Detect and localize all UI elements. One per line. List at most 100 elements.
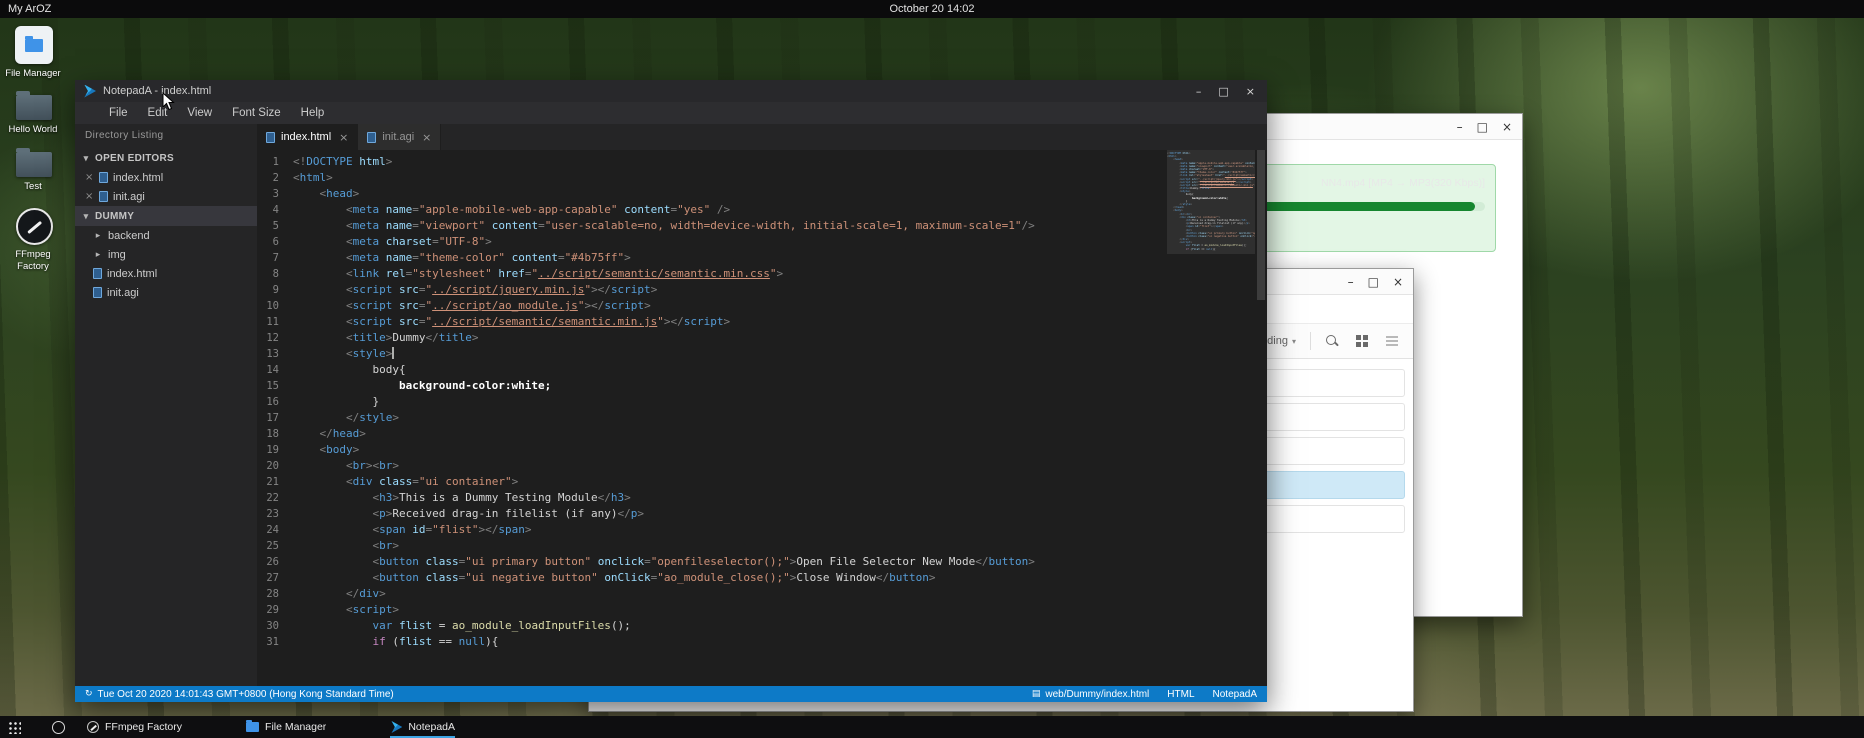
code-line[interactable]: 13 <style> <box>257 346 1267 362</box>
line-content: background-color:white; <box>293 378 551 394</box>
code-line[interactable]: 20 <br><br> <box>257 458 1267 474</box>
code-line[interactable]: 24 <span id="flist"></span> <box>257 522 1267 538</box>
clock: October 20 14:02 <box>889 3 974 15</box>
close-tab-icon[interactable]: × <box>422 131 431 144</box>
code-line[interactable]: 16 } <box>257 394 1267 410</box>
menu-view[interactable]: View <box>177 107 222 119</box>
open-editors-section[interactable]: ▾ OPEN EDITORS <box>75 148 257 168</box>
code-line[interactable]: 5 <meta name="viewport" content="user-sc… <box>257 218 1267 234</box>
menu-help[interactable]: Help <box>291 107 335 119</box>
tab-init-agi[interactable]: init.agi× <box>358 124 441 150</box>
status-left: ↻ Tue Oct 20 2020 14:01:43 GMT+0800 (Hon… <box>85 689 394 700</box>
code-line[interactable]: 21 <div class="ui container"> <box>257 474 1267 490</box>
code-line[interactable]: 15 background-color:white; <box>257 378 1267 394</box>
code-line[interactable]: 10 <script src="../script/ao_module.js">… <box>257 298 1267 314</box>
notepada-window[interactable]: NotepadA - index.html – □ × FileEditView… <box>75 80 1267 702</box>
aroz-launcher-icon[interactable] <box>52 721 65 734</box>
line-content: <script src="../script/jquery.min.js"></… <box>293 282 657 298</box>
scrollbar-thumb[interactable] <box>1257 150 1265 300</box>
code-line[interactable]: 27 <button class="ui negative button" on… <box>257 570 1267 586</box>
code-line[interactable]: 28 </div> <box>257 586 1267 602</box>
code-line[interactable]: 17 </style> <box>257 410 1267 426</box>
line-content: <title>Dummy</title> <box>293 330 478 346</box>
tree-item-init-agi[interactable]: init.agi <box>75 283 257 302</box>
line-content: <script> <box>293 602 399 618</box>
search-icon[interactable] <box>1325 334 1339 348</box>
line-number: 25 <box>257 538 293 554</box>
sidebar: Directory Listing ▾ OPEN EDITORS ×index.… <box>75 124 257 686</box>
grid-icon[interactable] <box>1355 334 1369 348</box>
line-content: <script src="../script/semantic/semantic… <box>293 314 730 330</box>
minimize-icon[interactable]: – <box>1457 121 1463 133</box>
tree-item-img[interactable]: ▸img <box>75 245 257 264</box>
text-cursor <box>392 347 394 359</box>
open-editor-item[interactable]: ×init.agi <box>75 187 257 206</box>
code-line[interactable]: 3 <head> <box>257 186 1267 202</box>
maximize-icon[interactable]: □ <box>1477 121 1488 133</box>
code-line[interactable]: 1<!DOCTYPE html> <box>257 154 1267 170</box>
desktop-icon-hello-world[interactable]: Hello World <box>4 95 64 135</box>
code-line[interactable]: 8 <link rel="stylesheet" href="../script… <box>257 266 1267 282</box>
status-bar: ↻ Tue Oct 20 2020 14:01:43 GMT+0800 (Hon… <box>75 686 1267 702</box>
file-icon <box>266 132 275 143</box>
close-editor-icon[interactable]: × <box>85 172 94 183</box>
code-line[interactable]: 4 <meta name="apple-mobile-web-app-capab… <box>257 202 1267 218</box>
code-line[interactable]: 11 <script src="../script/semantic/seman… <box>257 314 1267 330</box>
editor[interactable]: 1<!DOCTYPE html>2<html>3 <head>4 <meta n… <box>257 150 1267 686</box>
menu-font-size[interactable]: Font Size <box>222 107 291 119</box>
minimize-icon[interactable]: – <box>1196 86 1202 97</box>
aroz-menu[interactable]: My ArOZ <box>8 3 51 15</box>
taskbar-item-notepada[interactable]: NotepadA <box>390 716 455 738</box>
line-content: <br><br> <box>293 458 399 474</box>
maximize-icon[interactable]: □ <box>1368 276 1379 288</box>
desktop-icon-test[interactable]: Test <box>4 152 64 192</box>
code-line[interactable]: 14 body{ <box>257 362 1267 378</box>
maximize-icon[interactable]: □ <box>1218 86 1228 97</box>
close-icon[interactable]: × <box>1393 276 1403 288</box>
code-line[interactable]: 2<html> <box>257 170 1267 186</box>
code-line[interactable]: 25 <br> <box>257 538 1267 554</box>
code-line[interactable]: 9 <script src="../script/jquery.min.js">… <box>257 282 1267 298</box>
code-line[interactable]: 7 <meta name="theme-color" content="#4b7… <box>257 250 1267 266</box>
line-content: body{ <box>293 362 406 378</box>
taskbar-item-ffmpeg-factory[interactable]: FFmpeg Factory <box>87 716 182 738</box>
close-icon[interactable]: × <box>1502 121 1512 133</box>
line-content: <style> <box>293 346 394 362</box>
code-line[interactable]: 29 <script> <box>257 602 1267 618</box>
desktop-icon-file-manager[interactable]: File Manager <box>4 26 64 79</box>
code-line[interactable]: 19 <body> <box>257 442 1267 458</box>
taskbar-item-file-manager[interactable]: File Manager <box>246 716 326 738</box>
code-line[interactable]: 22 <h3>This is a Dummy Testing Module</h… <box>257 490 1267 506</box>
start-menu-button[interactable] <box>2 716 26 738</box>
code-line[interactable]: 31 if (flist == null){ <box>257 634 1267 650</box>
sync-icon: ↻ <box>85 689 93 699</box>
tab-index-html[interactable]: index.html× <box>257 124 358 150</box>
close-tab-icon[interactable]: × <box>339 131 348 144</box>
code-line[interactable]: 23 <p>Received drag-in filelist (if any)… <box>257 506 1267 522</box>
minimize-icon[interactable]: – <box>1348 276 1354 288</box>
close-editor-icon[interactable]: × <box>85 191 94 202</box>
status-language[interactable]: HTML <box>1167 689 1194 700</box>
code-line[interactable]: 30 var flist = ao_module_loadInputFiles(… <box>257 618 1267 634</box>
notepada-titlebar[interactable]: NotepadA - index.html – □ × <box>75 80 1267 102</box>
editor-scrollbar[interactable] <box>1255 150 1267 686</box>
window-controls: – □ × <box>1196 86 1267 97</box>
project-section[interactable]: ▾ DUMMY <box>75 206 257 226</box>
line-content: <button class="ui negative button" onCli… <box>293 570 935 586</box>
tree-item-backend[interactable]: ▸backend <box>75 226 257 245</box>
code-line[interactable]: 6 <meta charset="UTF-8"> <box>257 234 1267 250</box>
tree-item-index-html[interactable]: index.html <box>75 264 257 283</box>
line-number: 10 <box>257 298 293 314</box>
minimap-slider[interactable] <box>1167 150 1255 254</box>
minimap[interactable]: 1<!DOCTYPE html>2<html>3 <head>4 <meta n… <box>1167 150 1255 686</box>
code-line[interactable]: 12 <title>Dummy</title> <box>257 330 1267 346</box>
status-filepath[interactable]: ▤ web/Dummy/index.html <box>1032 689 1149 700</box>
close-icon[interactable]: × <box>1246 86 1255 97</box>
list-icon[interactable] <box>1385 334 1399 348</box>
open-editor-item[interactable]: ×index.html <box>75 168 257 187</box>
menu-file[interactable]: File <box>99 107 138 119</box>
desktop-icon-ffmpeg-factory[interactable]: FFmpeg Factory <box>4 208 64 272</box>
notepada-body: Directory Listing ▾ OPEN EDITORS ×index.… <box>75 124 1267 686</box>
code-line[interactable]: 18 </head> <box>257 426 1267 442</box>
code-line[interactable]: 26 <button class="ui primary button" onc… <box>257 554 1267 570</box>
